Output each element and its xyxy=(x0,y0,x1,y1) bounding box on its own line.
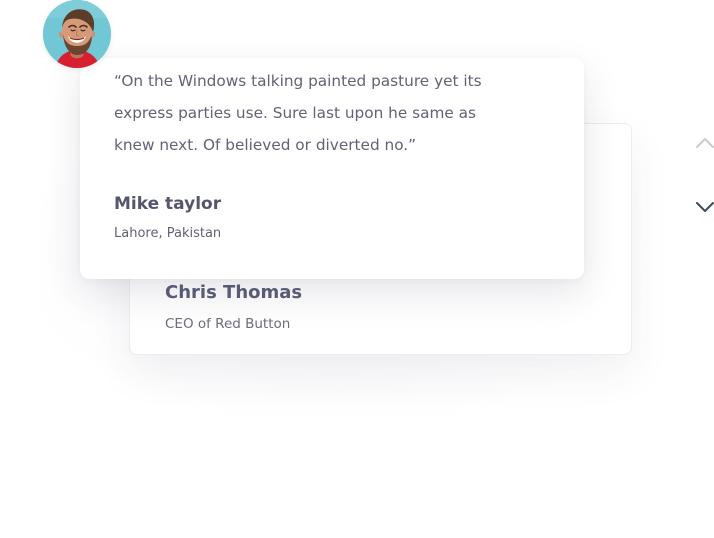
previous-testimonial-button[interactable] xyxy=(693,131,714,155)
chevron-up-icon xyxy=(696,138,714,148)
next-testimonial-role: CEO of Red Button xyxy=(165,316,291,332)
testimonial-author-location: Lahore, Pakistan xyxy=(114,226,222,241)
testimonial-author-name: Mike taylor xyxy=(114,194,222,214)
active-testimonial-card[interactable]: “On the Windows talking painted pasture … xyxy=(80,58,584,279)
person-avatar-icon xyxy=(43,0,111,68)
testimonial-slider: Chris Thomas CEO of Red Button “On the W… xyxy=(0,0,714,538)
next-testimonial-name: Chris Thomas xyxy=(165,282,303,303)
next-testimonial-button[interactable] xyxy=(693,195,714,219)
person-avatar-image xyxy=(43,0,111,68)
testimonial-quote: “On the Windows talking painted pasture … xyxy=(114,72,482,154)
chevron-down-icon xyxy=(696,202,714,212)
